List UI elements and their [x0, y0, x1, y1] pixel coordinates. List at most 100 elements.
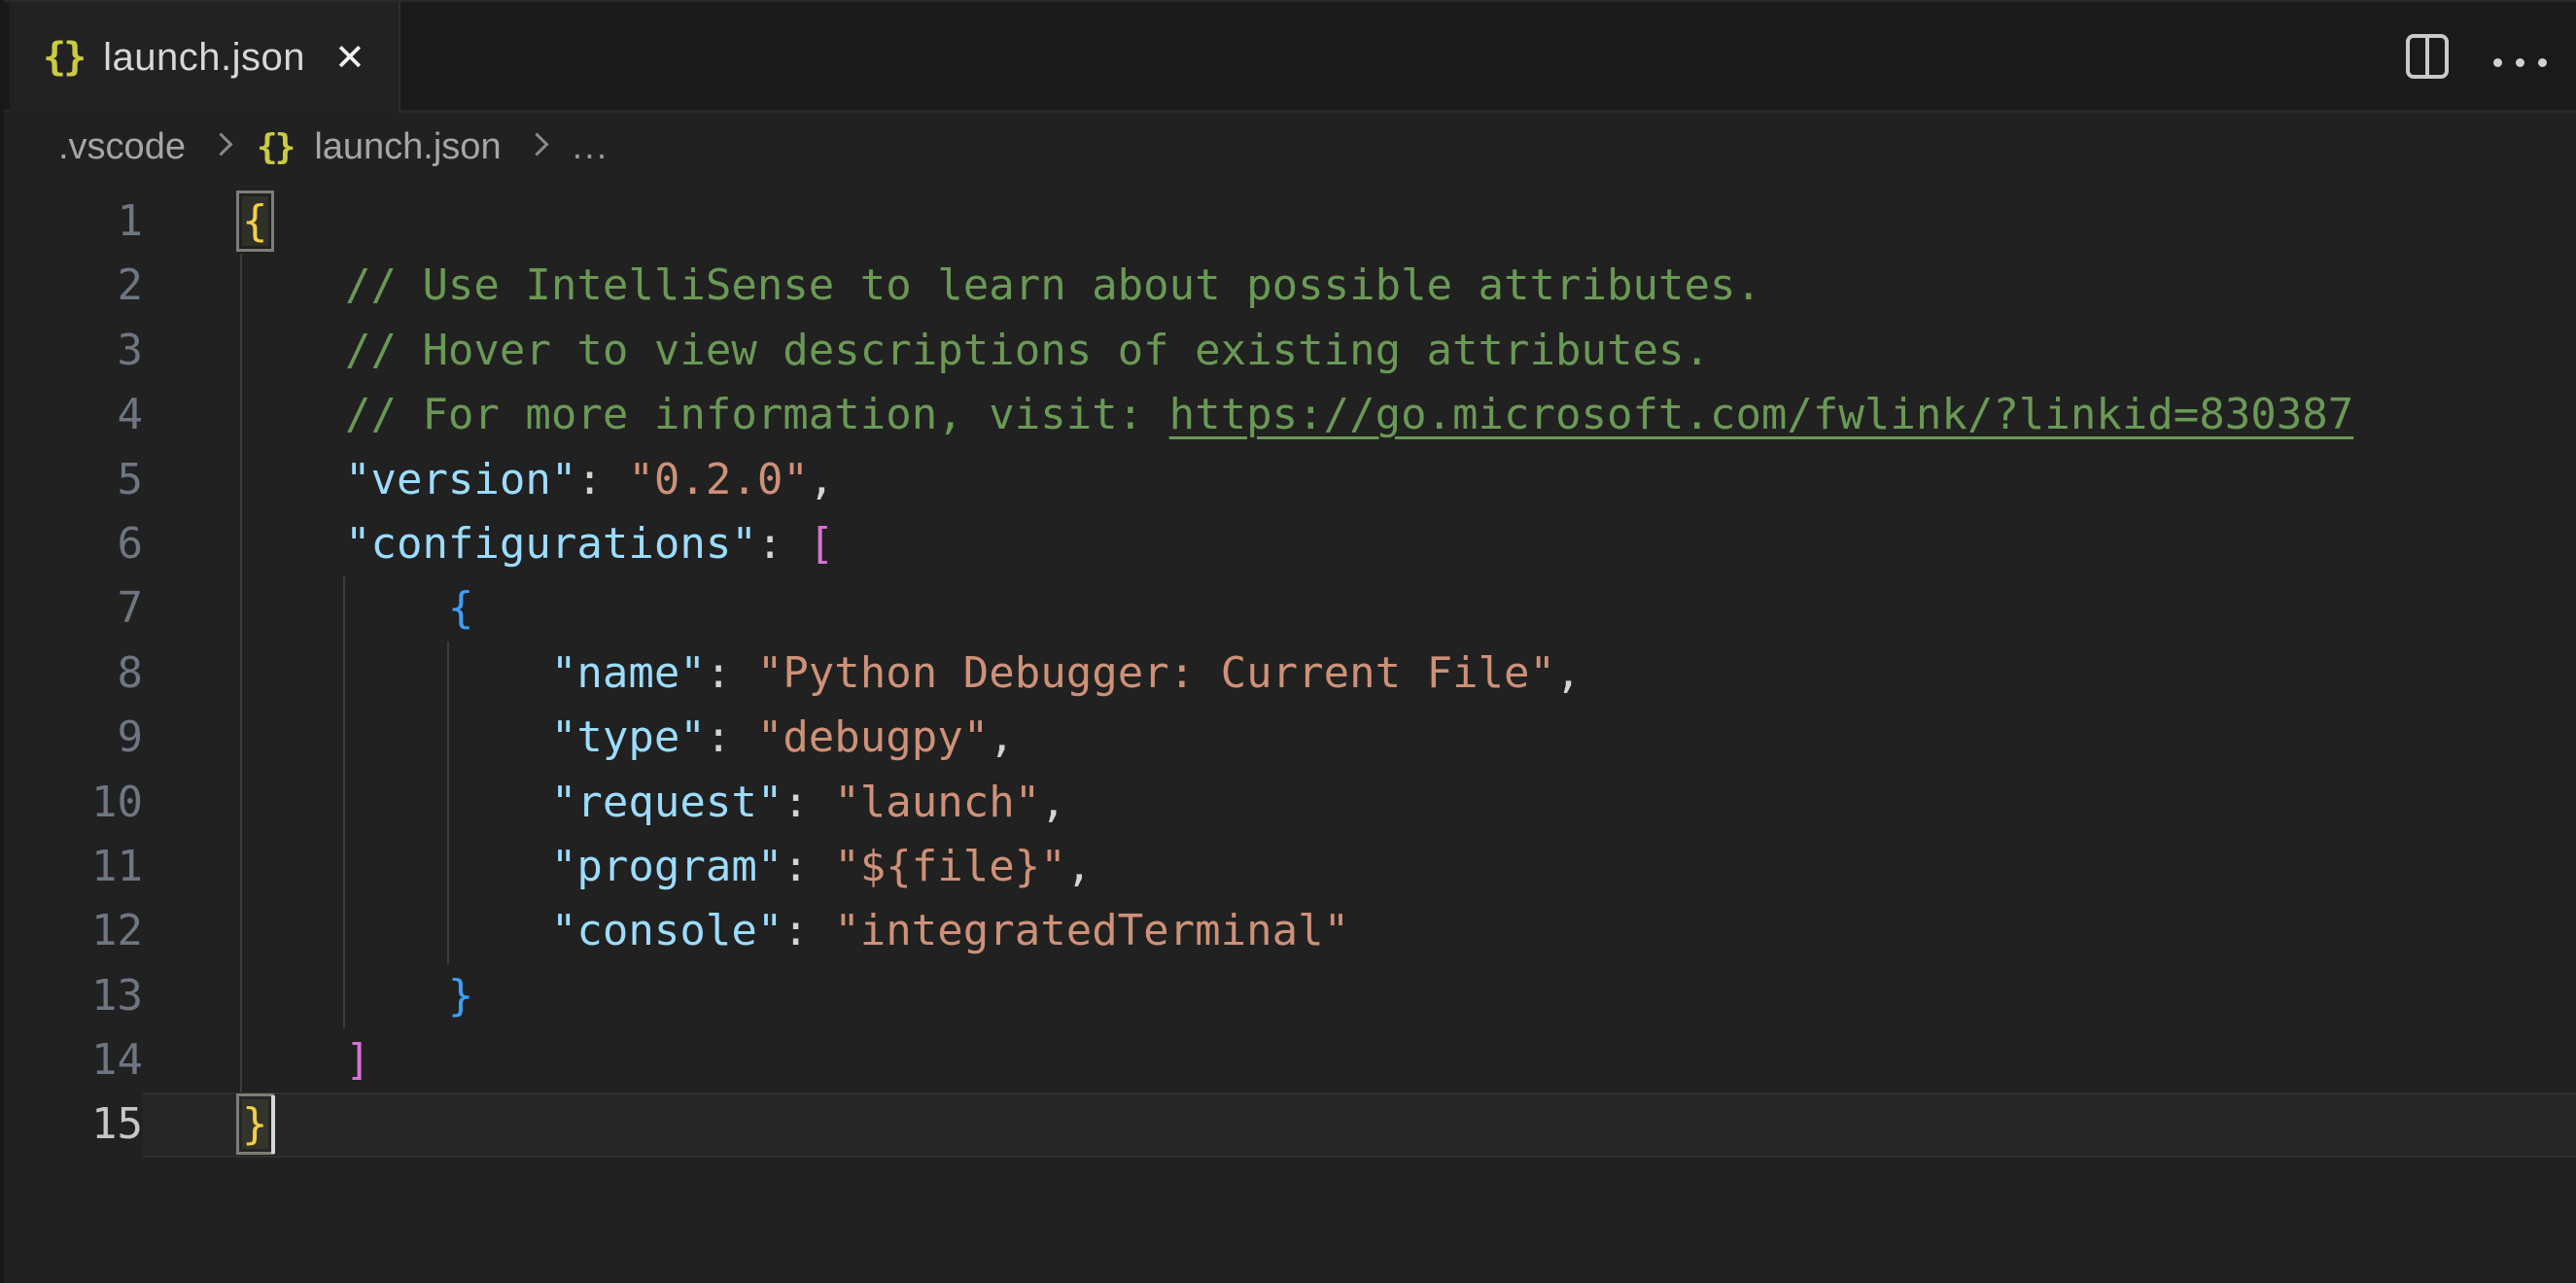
code-line-content: "type": "debugpy",: [143, 706, 2576, 770]
line-number: 11: [4, 835, 143, 899]
line-number: 2: [4, 254, 143, 318]
json-file-icon: {}: [257, 127, 293, 167]
code-token: :: [706, 712, 757, 762]
code-line[interactable]: 1{: [4, 190, 2576, 254]
line-number: 6: [4, 512, 143, 576]
line-number: 14: [4, 1028, 143, 1092]
code-line[interactable]: 5 "version": "0.2.0",: [4, 448, 2576, 512]
code-token: :: [783, 906, 834, 955]
json-file-icon: {}: [43, 35, 84, 80]
chevron-right-icon: [525, 132, 548, 156]
code-token: ,: [1066, 842, 1093, 891]
line-number: 13: [4, 964, 143, 1028]
code-line[interactable]: 14 ]: [4, 1028, 2576, 1092]
code-token: [242, 455, 345, 504]
code-token: https://go.microsoft.com/fwlink/?linkid=…: [1169, 390, 2354, 439]
code-token: "Python Debugger: Current File": [757, 648, 1555, 698]
code-token: [242, 1035, 345, 1085]
code-line-content: "program": "${file}",: [143, 835, 2576, 899]
close-tab-icon[interactable]: ✕: [334, 36, 366, 80]
code-token: :: [706, 648, 757, 698]
code-line[interactable]: 15}: [4, 1092, 2576, 1157]
ellipsis-dot: [2493, 58, 2502, 67]
code-token: :: [783, 842, 834, 891]
code-line[interactable]: 4 // For more information, visit: https:…: [4, 383, 2576, 447]
line-number: 10: [4, 771, 143, 835]
code-token: [242, 842, 551, 891]
line-number: 12: [4, 899, 143, 963]
code-line[interactable]: 9 "type": "debugpy",: [4, 706, 2576, 770]
text-cursor: [271, 1095, 275, 1154]
code-line-content: "console": "integratedTerminal": [143, 899, 2576, 963]
code-line-content: ]: [143, 1028, 2576, 1092]
code-token: {: [242, 196, 268, 246]
code-line-content: "configurations": [: [143, 512, 2576, 576]
code-token: ,: [1040, 778, 1066, 827]
more-actions-icon[interactable]: [2493, 45, 2547, 67]
vscode-editor-window: {} launch.json ✕ .vscode {} launch.json …: [0, 0, 2576, 1283]
code-line[interactable]: 8 "name": "Python Debugger: Current File…: [4, 642, 2576, 706]
ellipsis-dot: [2516, 58, 2524, 67]
code-token: "type": [551, 712, 706, 762]
code-token: "debugpy": [757, 712, 989, 762]
code-line[interactable]: 3 // Hover to view descriptions of exist…: [4, 319, 2576, 383]
code-token: // Use IntelliSense to learn about possi…: [345, 260, 1761, 310]
code-token: [242, 906, 551, 955]
code-line-content: "version": "0.2.0",: [143, 448, 2576, 512]
code-line-content: "name": "Python Debugger: Current File",: [143, 642, 2576, 706]
code-token: :: [757, 519, 809, 569]
code-line-content: }: [143, 1092, 2576, 1157]
code-line-content: "request": "launch",: [143, 771, 2576, 835]
code-token: // Hover to view descriptions of existin…: [345, 326, 1710, 375]
code-line[interactable]: 10 "request": "launch",: [4, 771, 2576, 835]
code-line-content: {: [143, 190, 2576, 254]
code-token: "integratedTerminal": [834, 906, 1349, 955]
code-line[interactable]: 13 }: [4, 964, 2576, 1028]
code-token: [242, 971, 448, 1021]
code-token: "name": [551, 648, 706, 698]
code-line[interactable]: 12 "console": "integratedTerminal": [4, 899, 2576, 963]
chevron-right-icon: [209, 132, 232, 156]
line-number: 7: [4, 576, 143, 641]
code-token: [242, 390, 345, 439]
ellipsis-dot: [2538, 58, 2547, 67]
code-token: "configurations": [345, 519, 757, 569]
code-token: ]: [345, 1035, 371, 1085]
code-line[interactable]: 11 "program": "${file}",: [4, 835, 2576, 899]
code-token: :: [576, 455, 628, 504]
breadcrumb-item-launch-json[interactable]: launch.json: [314, 126, 501, 168]
line-number: 8: [4, 642, 143, 706]
code-token: "request": [551, 778, 783, 827]
code-line-content: // For more information, visit: https://…: [143, 383, 2576, 447]
breadcrumb-item-symbol-ellipsis[interactable]: ...: [573, 126, 609, 168]
code-token: [242, 712, 551, 762]
code-token: [242, 778, 551, 827]
code-line-content: // Hover to view descriptions of existin…: [143, 319, 2576, 383]
split-editor-divider: [2425, 38, 2429, 75]
code-editor[interactable]: 1{2 // Use IntelliSense to learn about p…: [4, 181, 2576, 1283]
code-line[interactable]: 2 // Use IntelliSense to learn about pos…: [4, 254, 2576, 318]
line-number: 15: [4, 1092, 143, 1157]
code-line-content: {: [143, 576, 2576, 641]
code-token: // For more information, visit:: [345, 390, 1169, 439]
breadcrumb: .vscode {} launch.json ...: [4, 113, 2576, 181]
code-token: [242, 583, 448, 633]
code-line[interactable]: 6 "configurations": [: [4, 512, 2576, 576]
breadcrumb-item-vscode[interactable]: .vscode: [58, 126, 186, 168]
code-token: [242, 519, 345, 569]
line-number: 4: [4, 383, 143, 447]
code-line[interactable]: 7 {: [4, 576, 2576, 641]
code-line-content: }: [143, 964, 2576, 1028]
tab-launch-json[interactable]: {} launch.json ✕: [10, 2, 400, 113]
split-editor-icon[interactable]: [2406, 34, 2449, 79]
line-number: 1: [4, 190, 143, 254]
code-token: [: [809, 519, 835, 569]
code-token: ,: [809, 455, 835, 504]
code-line-content: // Use IntelliSense to learn about possi…: [143, 254, 2576, 318]
tab-label: launch.json: [103, 36, 305, 80]
code-token: {: [448, 583, 474, 633]
code-token: :: [783, 778, 834, 827]
code-token: [242, 260, 345, 310]
line-number: 3: [4, 319, 143, 383]
editor-actions: [2406, 2, 2576, 110]
